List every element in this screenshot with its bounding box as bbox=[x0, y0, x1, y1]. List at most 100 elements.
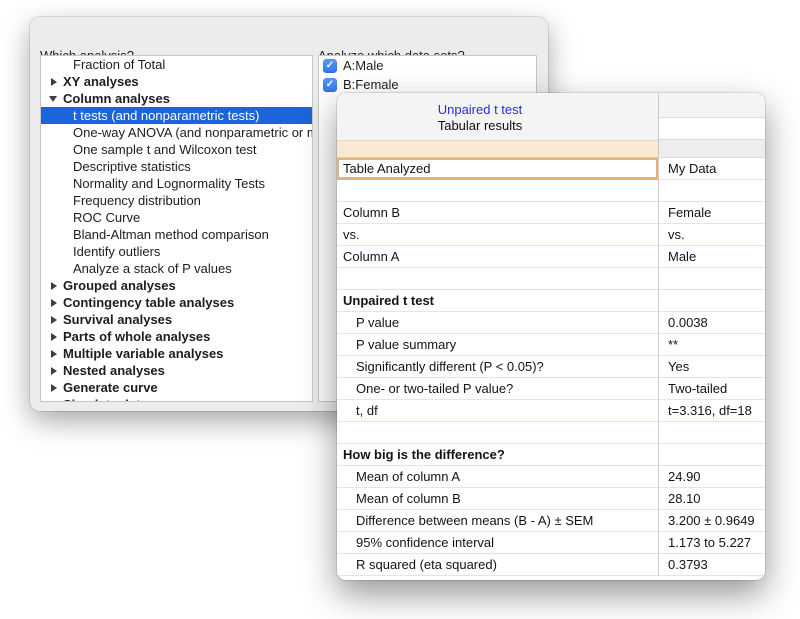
analysis-list-item[interactable]: One-way ANOVA (and nonparametric or mixe… bbox=[41, 124, 312, 141]
analysis-list-item[interactable]: Survival analyses bbox=[41, 311, 312, 328]
row-label-cell[interactable]: Mean of column B bbox=[337, 488, 658, 510]
row-label-cell[interactable]: Table Analyzed bbox=[337, 158, 658, 180]
disclosure-triangle-icon[interactable] bbox=[49, 382, 60, 393]
row-value-cell[interactable] bbox=[658, 290, 765, 312]
analysis-list-item[interactable]: Descriptive statistics bbox=[41, 158, 312, 175]
analysis-list-item[interactable]: t tests (and nonparametric tests) bbox=[41, 107, 312, 124]
row-value-cell[interactable]: ** bbox=[658, 334, 765, 356]
row-value-cell[interactable]: Two-tailed bbox=[658, 378, 765, 400]
row-value-cell[interactable]: 3.200 ± 0.9649 bbox=[658, 510, 765, 532]
analysis-list-item[interactable]: Fraction of Total bbox=[41, 56, 312, 73]
analysis-list-item[interactable]: Identify outliers bbox=[41, 243, 312, 260]
results-window: Unpaired t test Tabular results Table An… bbox=[337, 93, 765, 580]
disclosure-triangle-icon[interactable] bbox=[49, 297, 60, 308]
row-label-cell[interactable]: P value summary bbox=[337, 334, 658, 356]
checkbox[interactable]: ✓ bbox=[323, 78, 337, 92]
analysis-list-item[interactable]: Analyze a stack of P values bbox=[41, 260, 312, 277]
analysis-list-item[interactable]: Grouped analyses bbox=[41, 277, 312, 294]
row-label-cell[interactable]: Mean of column A bbox=[337, 466, 658, 488]
analysis-list-item[interactable]: Generate curve bbox=[41, 379, 312, 396]
analysis-list-item[interactable]: Frequency distribution bbox=[41, 192, 312, 209]
dataset-checkbox-item[interactable]: ✓ A:Male bbox=[319, 56, 536, 75]
dataset-checkbox-item[interactable]: ✓ B:Female bbox=[319, 75, 536, 94]
row-label-cell[interactable]: Significantly different (P < 0.05)? bbox=[337, 356, 658, 378]
row-value-cell[interactable]: My Data bbox=[658, 158, 765, 180]
analysis-item-label: Simulate data bbox=[63, 396, 148, 402]
analysis-list-item[interactable]: Nested analyses bbox=[41, 362, 312, 379]
analysis-item-label: Generate curve bbox=[63, 379, 158, 396]
results-title-link[interactable]: Unpaired t test bbox=[337, 102, 623, 118]
row-value-cell[interactable] bbox=[658, 422, 765, 444]
checkbox[interactable]: ✓ bbox=[323, 59, 337, 73]
analysis-list-item[interactable]: One sample t and Wilcoxon test bbox=[41, 141, 312, 158]
row-label-cell[interactable]: vs. bbox=[337, 224, 658, 246]
row-label-cell[interactable] bbox=[337, 268, 658, 290]
disclosure-triangle-icon[interactable] bbox=[49, 399, 60, 402]
table-row: Significantly different (P < 0.05)? Yes bbox=[337, 356, 765, 378]
row-title-header-strip[interactable] bbox=[337, 140, 658, 158]
row-label-cell[interactable] bbox=[337, 180, 658, 202]
analysis-list-item[interactable]: ROC Curve bbox=[41, 209, 312, 226]
data-column-header-strip[interactable] bbox=[658, 140, 765, 158]
analysis-item-label: Identify outliers bbox=[73, 243, 160, 260]
dataset-label: A:Male bbox=[343, 58, 383, 73]
row-value-cell[interactable] bbox=[658, 180, 765, 202]
analysis-list-item[interactable]: Contingency table analyses bbox=[41, 294, 312, 311]
analysis-list-item[interactable]: XY analyses bbox=[41, 73, 312, 90]
row-label-cell[interactable]: Difference between means (B - A) ± SEM bbox=[337, 510, 658, 532]
row-value-cell[interactable]: 28.10 bbox=[658, 488, 765, 510]
results-table: Table Analyzed My Data Column B Female v… bbox=[337, 158, 765, 576]
disclosure-triangle-icon[interactable] bbox=[49, 348, 60, 359]
table-row: Table Analyzed My Data bbox=[337, 158, 765, 180]
row-value-cell[interactable]: Male bbox=[658, 246, 765, 268]
row-value-cell[interactable]: 24.90 bbox=[658, 466, 765, 488]
analysis-item-label: One-way ANOVA (and nonparametric or mixe… bbox=[73, 124, 312, 141]
row-value-cell[interactable]: Female bbox=[658, 202, 765, 224]
row-value-cell[interactable]: 0.3793 bbox=[658, 554, 765, 576]
analysis-list-item[interactable]: Multiple variable analyses bbox=[41, 345, 312, 362]
table-row: Column B Female bbox=[337, 202, 765, 224]
analysis-item-label: Survival analyses bbox=[63, 311, 172, 328]
table-row bbox=[337, 180, 765, 202]
analysis-list-item[interactable]: Simulate data bbox=[41, 396, 312, 402]
row-label-cell[interactable]: Unpaired t test bbox=[337, 290, 658, 312]
analysis-list-item[interactable]: Parts of whole analyses bbox=[41, 328, 312, 345]
row-value-cell[interactable]: vs. bbox=[658, 224, 765, 246]
disclosure-triangle-icon[interactable] bbox=[49, 76, 60, 87]
analysis-list-item[interactable]: Column analyses bbox=[41, 90, 312, 107]
analysis-item-label: Parts of whole analyses bbox=[63, 328, 210, 345]
row-label-cell[interactable] bbox=[337, 422, 658, 444]
analysis-list[interactable]: Fraction of Total XY analyses Column ana… bbox=[40, 55, 313, 402]
row-label-cell[interactable]: P value bbox=[337, 312, 658, 334]
analysis-item-label: Normality and Lognormality Tests bbox=[73, 175, 265, 192]
checkmark-icon: ✓ bbox=[326, 61, 334, 71]
row-value-cell[interactable] bbox=[658, 444, 765, 466]
row-label-cell[interactable]: 95% confidence interval bbox=[337, 532, 658, 554]
row-label-cell[interactable]: How big is the difference? bbox=[337, 444, 658, 466]
table-row: Mean of column B 28.10 bbox=[337, 488, 765, 510]
row-label-cell[interactable]: One- or two-tailed P value? bbox=[337, 378, 658, 400]
row-value-cell[interactable]: 1.173 to 5.227 bbox=[658, 532, 765, 554]
analysis-list-item[interactable]: Normality and Lognormality Tests bbox=[41, 175, 312, 192]
row-value-cell[interactable]: 0.0038 bbox=[658, 312, 765, 334]
disclosure-triangle-icon[interactable] bbox=[49, 331, 60, 342]
analysis-item-label: Column analyses bbox=[63, 90, 170, 107]
row-value-cell[interactable]: t=3.316, df=18 bbox=[658, 400, 765, 422]
row-label-cell[interactable]: t, df bbox=[337, 400, 658, 422]
table-row: Difference between means (B - A) ± SEM 3… bbox=[337, 510, 765, 532]
row-value-cell[interactable]: Yes bbox=[658, 356, 765, 378]
row-label-cell[interactable]: Column B bbox=[337, 202, 658, 224]
data-column-header-cell[interactable] bbox=[659, 93, 765, 118]
data-column-empty-cell[interactable] bbox=[659, 118, 765, 140]
table-row bbox=[337, 422, 765, 444]
row-value-cell[interactable] bbox=[658, 268, 765, 290]
row-label-cell[interactable]: R squared (eta squared) bbox=[337, 554, 658, 576]
disclosure-triangle-icon[interactable] bbox=[49, 93, 60, 104]
disclosure-triangle-icon[interactable] bbox=[49, 280, 60, 291]
disclosure-triangle-icon[interactable] bbox=[49, 365, 60, 376]
table-row: Column A Male bbox=[337, 246, 765, 268]
disclosure-triangle-icon[interactable] bbox=[49, 314, 60, 325]
row-label-cell[interactable]: Column A bbox=[337, 246, 658, 268]
analysis-list-item[interactable]: Bland-Altman method comparison bbox=[41, 226, 312, 243]
results-header-title-cell: Unpaired t test Tabular results bbox=[337, 93, 658, 140]
